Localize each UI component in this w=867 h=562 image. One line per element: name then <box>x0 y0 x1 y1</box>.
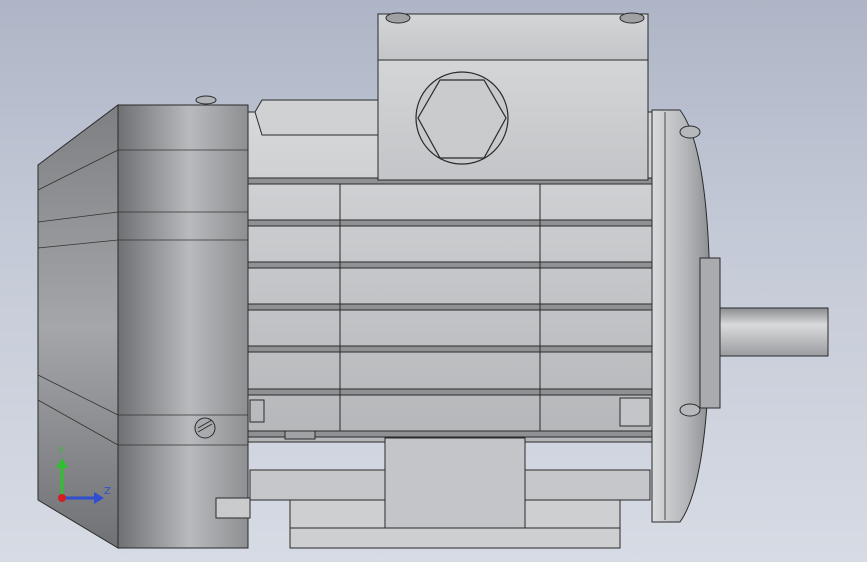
terminal-box-screw-right <box>619 12 645 24</box>
triad-z-label: Z <box>104 486 111 497</box>
terminal-box[interactable] <box>377 12 649 181</box>
motor-foot[interactable] <box>249 437 651 549</box>
terminal-box-screw-left <box>385 12 411 24</box>
fan-cover-screw <box>194 417 216 439</box>
fan-cover-screw-top <box>195 95 217 105</box>
motor-shaft[interactable] <box>719 307 829 357</box>
motor-model[interactable]: Y Z <box>0 0 867 562</box>
cable-gland <box>415 71 509 165</box>
graphics-viewport[interactable]: Y Z <box>0 0 867 562</box>
fan-cover[interactable] <box>37 95 251 549</box>
end-shield[interactable] <box>651 109 721 523</box>
triad-y-label: Y <box>57 446 65 457</box>
